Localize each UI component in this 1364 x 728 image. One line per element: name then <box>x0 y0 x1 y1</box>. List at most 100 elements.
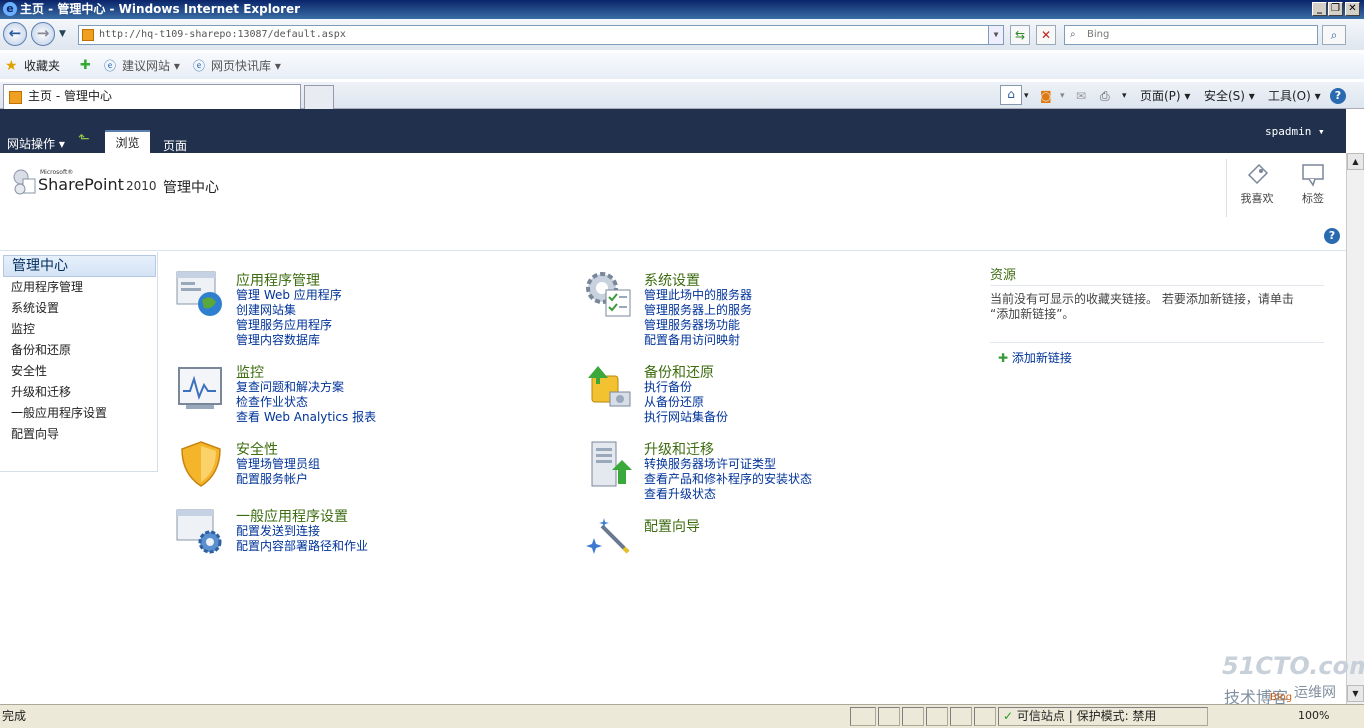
favorites-button[interactable]: 收藏夹 <box>24 53 60 79</box>
link-content-deployment[interactable]: 配置内容部署路径和作业 <box>236 539 368 554</box>
group-title-monitoring[interactable]: 监控 <box>236 362 264 382</box>
security-zone[interactable]: ✓ 可信站点 | 保护模式: 禁用 <box>998 707 1208 726</box>
minimize-button[interactable]: _ <box>1312 2 1327 16</box>
group-title-system-settings[interactable]: 系统设置 <box>644 270 700 290</box>
link-upgrade-status[interactable]: 查看升级状态 <box>644 487 716 502</box>
navigate-up-icon[interactable]: ⬑ <box>78 131 90 147</box>
close-window-button[interactable]: ✕ <box>1345 2 1360 16</box>
link-manage-web-apps[interactable]: 管理 Web 应用程序 <box>236 288 342 303</box>
link-restore-from-backup[interactable]: 从备份还原 <box>644 395 704 410</box>
tab-browse[interactable]: 浏览 <box>105 130 150 153</box>
refresh-icon: ⇆ <box>1014 28 1026 42</box>
link-perform-backup[interactable]: 执行备份 <box>644 380 692 395</box>
mail-icon[interactable]: ✉ <box>1076 88 1086 104</box>
link-web-analytics[interactable]: 查看 Web Analytics 报表 <box>236 410 376 425</box>
wizard-wand-icon <box>586 518 630 554</box>
nav-item-backup-restore[interactable]: 备份和还原 <box>11 341 71 359</box>
link-review-problems[interactable]: 复查问题和解决方案 <box>236 380 344 395</box>
site-title[interactable]: 管理中心 <box>163 177 219 197</box>
link-manage-farm-features[interactable]: 管理服务器场功能 <box>644 318 740 333</box>
upgrade-migration-icon <box>591 441 632 487</box>
add-favorite-icon[interactable]: ✚ <box>80 53 91 79</box>
link-create-site-collections[interactable]: 创建网站集 <box>236 303 296 318</box>
resources-webpart: 资源 当前没有可显示的收藏夹链接。 若要添加新链接，请单击 “添加新链接”。 ✚… <box>990 264 1324 366</box>
status-segment-5 <box>950 707 972 726</box>
system-settings-icon <box>586 272 631 317</box>
nav-item-monitoring[interactable]: 监控 <box>11 320 35 338</box>
nav-item-system-settings[interactable]: 系统设置 <box>11 299 59 317</box>
monitoring-icon <box>178 367 222 409</box>
link-manage-servers[interactable]: 管理此场中的服务器 <box>644 288 752 303</box>
back-button[interactable]: ← <box>3 22 27 46</box>
link-manage-services-on-server[interactable]: 管理服务器上的服务 <box>644 303 752 318</box>
stop-button[interactable]: ✕ <box>1036 25 1056 45</box>
refresh-button[interactable]: ⇆ <box>1010 25 1030 45</box>
link-check-job-status[interactable]: 检查作业状态 <box>236 395 308 410</box>
nav-item-security[interactable]: 安全性 <box>11 362 47 380</box>
group-title-security[interactable]: 安全性 <box>236 439 278 459</box>
link-alternate-access-mappings[interactable]: 配置备用访问映射 <box>644 333 740 348</box>
site-header: Microsoft® SharePoint 2010 管理中心 我喜欢 标签 <box>0 153 1346 225</box>
suggested-sites-link[interactable]: 建议网站 ▾ <box>122 53 180 79</box>
site-actions-menu[interactable]: 网站操作 ▾ <box>7 135 65 152</box>
print-icon[interactable]: ⎙ <box>1100 88 1110 104</box>
home-icon[interactable]: ⌂ <box>1000 85 1022 105</box>
user-menu[interactable]: spadmin ▾ <box>1265 125 1325 138</box>
scroll-up-button[interactable]: ▲ <box>1347 153 1364 170</box>
link-patch-status[interactable]: 查看产品和修补程序的安装状态 <box>644 472 812 487</box>
print-dropdown[interactable]: ▾ <box>1122 88 1127 104</box>
link-site-collection-backup[interactable]: 执行网站集备份 <box>644 410 728 425</box>
group-title-general-settings[interactable]: 一般应用程序设置 <box>236 506 348 526</box>
logo-sharepoint-text: SharePoint <box>38 175 124 194</box>
link-configure-service-accounts[interactable]: 配置服务帐户 <box>236 472 308 487</box>
tab-page[interactable]: 页面 <box>163 137 187 154</box>
link-manage-farm-admins[interactable]: 管理场管理员组 <box>236 457 320 472</box>
restore-button[interactable]: ❐ <box>1328 2 1343 16</box>
page-menu[interactable]: 页面(P) ▾ <box>1140 88 1190 104</box>
nav-item-central-admin[interactable]: 管理中心 <box>3 255 156 277</box>
history-dropdown[interactable]: ▼ <box>59 29 66 39</box>
feeds-dropdown[interactable]: ▾ <box>1060 88 1065 104</box>
nav-item-config-wizards[interactable]: 配置向导 <box>11 425 59 443</box>
resources-title[interactable]: 资源 <box>990 264 1324 286</box>
ribbon-bar: 网站操作 ▾ ⬑ 浏览 页面 spadmin ▾ <box>0 109 1346 153</box>
address-dropdown[interactable]: ▼ <box>988 26 1003 44</box>
web-slice-gallery-link[interactable]: 网页快讯库 ▾ <box>211 53 281 79</box>
nav-item-general-settings[interactable]: 一般应用程序设置 <box>11 404 107 422</box>
search-button[interactable]: ⌕ <box>1322 25 1346 45</box>
page-help-icon[interactable]: ? <box>1324 228 1340 244</box>
group-title-config-wizard[interactable]: 配置向导 <box>644 516 700 536</box>
tab-strip: 主页 - 管理中心 ⌂ ▾ ◙ ▾ ✉ ⎙ ▾ 页面(P) ▾ 安全(S) ▾ … <box>0 82 1364 109</box>
scroll-down-button[interactable]: ▼ <box>1347 685 1364 702</box>
help-icon[interactable]: ? <box>1330 88 1346 104</box>
watermark-blog: Blog <box>1270 692 1293 703</box>
group-title-backup-restore[interactable]: 备份和还原 <box>644 362 714 382</box>
vertical-scrollbar[interactable]: ▲ ▼ <box>1346 153 1364 704</box>
nav-item-app-management[interactable]: 应用程序管理 <box>11 278 83 296</box>
add-new-link[interactable]: ✚ 添加新链接 <box>990 342 1324 366</box>
home-dropdown[interactable]: ▾ <box>1024 88 1029 104</box>
search-input[interactable]: ⌕ Bing <box>1064 25 1318 45</box>
address-url: http://hq-t109-sharepo:13087/default.asp… <box>99 29 346 40</box>
logo-version-text: 2010 <box>126 179 157 193</box>
group-title-app-management[interactable]: 应用程序管理 <box>236 270 320 290</box>
i-like-it-button[interactable]: 我喜欢 <box>1236 161 1278 211</box>
link-manage-content-dbs[interactable]: 管理内容数据库 <box>236 333 320 348</box>
safety-menu[interactable]: 安全(S) ▾ <box>1204 88 1255 104</box>
zoom-level[interactable]: 100% <box>1298 705 1329 727</box>
group-title-upgrade-migration[interactable]: 升级和迁移 <box>644 439 714 459</box>
browser-tab-active[interactable]: 主页 - 管理中心 <box>3 84 301 109</box>
address-input[interactable]: http://hq-t109-sharepo:13087/default.asp… <box>78 25 1004 45</box>
status-segment-4 <box>926 707 948 726</box>
feeds-icon[interactable]: ◙ <box>1040 88 1052 104</box>
tags-notes-button[interactable]: 标签 <box>1292 161 1334 211</box>
tab-favicon <box>9 91 22 104</box>
link-manage-service-apps[interactable]: 管理服务应用程序 <box>236 318 332 333</box>
forward-button[interactable]: → <box>31 22 55 46</box>
new-tab-button[interactable] <box>304 85 334 109</box>
nav-item-upgrade-migration[interactable]: 升级和迁移 <box>11 383 71 401</box>
link-send-to-connections[interactable]: 配置发送到连接 <box>236 524 320 539</box>
watermark: 51CTO.com 技术博客 运维网 Blog <box>1222 652 1364 707</box>
link-convert-license[interactable]: 转换服务器场许可证类型 <box>644 457 776 472</box>
tools-menu[interactable]: 工具(O) ▾ <box>1268 88 1321 104</box>
